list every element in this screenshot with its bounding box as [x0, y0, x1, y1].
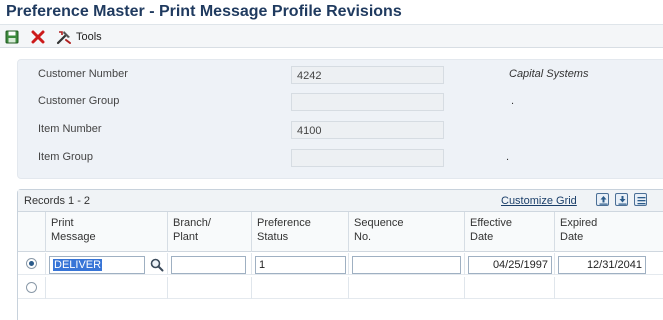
column-header-select [18, 212, 45, 252]
customer-group-field [291, 93, 444, 111]
search-icon[interactable] [149, 257, 165, 273]
table-row [18, 277, 663, 299]
grid-options-button[interactable] [634, 193, 647, 206]
item-group-description: . [506, 151, 510, 163]
records-count: Records 1 - 2 [24, 195, 91, 207]
import-button[interactable] [615, 193, 628, 206]
item-group-field [291, 149, 444, 167]
header-panel: Customer Number 4242 Capital Systems Cus… [17, 59, 663, 179]
sequence-no-input[interactable] [352, 256, 461, 274]
grid-toolbar: Records 1 - 2 Customize Grid [18, 190, 663, 212]
effective-date-cell: 04/25/1997 [464, 253, 554, 275]
effective-date-cell[interactable] [464, 277, 554, 299]
expired-date-cell: 12/31/2041 [554, 253, 663, 275]
row-select-radio[interactable] [26, 282, 37, 293]
column-header-branch-plant[interactable]: Branch/ Plant [167, 212, 251, 252]
close-icon [31, 30, 45, 43]
print-message-cell[interactable] [45, 277, 167, 299]
download-icon [618, 196, 627, 205]
customer-name-description: Capital Systems [509, 68, 589, 80]
row-select-radio[interactable] [26, 258, 37, 269]
save-button[interactable] [5, 28, 21, 45]
print-message-cell: DELIVER [45, 253, 167, 275]
table-row: DELIVER 1 04/25/1997 12/31/2041 [18, 253, 663, 275]
branch-plant-cell [167, 253, 251, 275]
expired-date-input[interactable]: 12/31/2041 [558, 256, 646, 274]
effective-date-input[interactable]: 04/25/1997 [468, 256, 552, 274]
toolbar: Tools [0, 24, 663, 48]
column-header-print-message[interactable]: Print Message [45, 212, 167, 252]
upload-icon [599, 196, 608, 205]
column-header-expired-date[interactable]: Expired Date [554, 212, 663, 252]
sequence-no-cell [348, 253, 464, 275]
column-header-sequence-no[interactable]: Sequence No. [348, 212, 464, 252]
export-button[interactable] [596, 193, 609, 206]
save-icon [5, 30, 19, 43]
tools-menu-button[interactable]: Tools [56, 28, 102, 45]
item-number-label: Item Number [38, 123, 102, 135]
branch-plant-input[interactable] [171, 256, 246, 274]
grid-options-icon [637, 197, 646, 205]
preference-status-input[interactable]: 1 [255, 256, 346, 274]
preference-status-cell: 1 [251, 253, 348, 275]
cancel-button[interactable] [31, 28, 47, 45]
preference-status-cell[interactable] [251, 277, 348, 299]
customize-grid-link[interactable]: Customize Grid [501, 195, 577, 207]
title-bar: Preference Master - Print Message Profil… [0, 0, 663, 24]
customer-number-label: Customer Number [38, 68, 128, 80]
print-message-input[interactable]: DELIVER [49, 256, 145, 274]
sequence-no-cell[interactable] [348, 277, 464, 299]
customer-group-description: . [511, 95, 515, 107]
tools-label: Tools [76, 30, 102, 43]
customer-number-field: 4242 [291, 66, 444, 84]
item-group-label: Item Group [38, 151, 94, 163]
grid-column-headers: Print Message Branch/ Plant Preference S… [18, 212, 663, 252]
expired-date-cell[interactable] [554, 277, 663, 299]
branch-plant-cell[interactable] [167, 277, 251, 299]
page-title: Preference Master - Print Message Profil… [6, 3, 402, 20]
tools-icon [56, 30, 71, 44]
records-grid: Records 1 - 2 Customize Grid Print Messa… [17, 189, 663, 320]
customer-group-label: Customer Group [38, 95, 120, 107]
item-number-field: 4100 [291, 121, 444, 139]
column-header-effective-date[interactable]: Effective Date [464, 212, 554, 252]
column-header-preference-status[interactable]: Preference Status [251, 212, 348, 252]
